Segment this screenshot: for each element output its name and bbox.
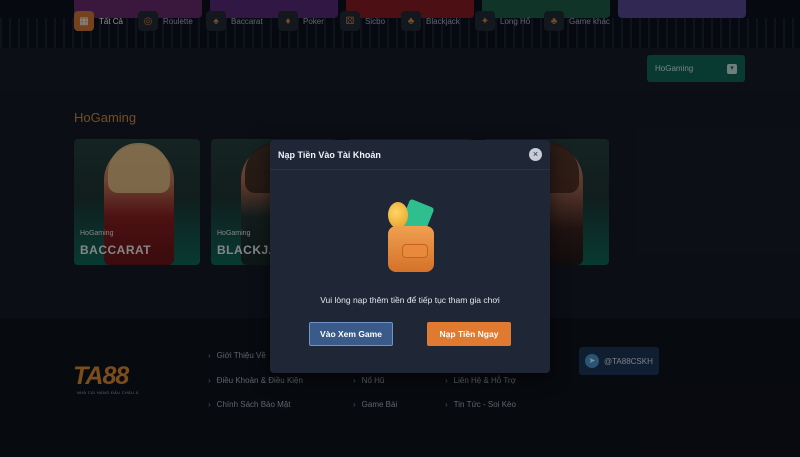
modal-title: Nạp Tiền Vào Tài Khoản bbox=[278, 150, 381, 160]
wallet-coin bbox=[388, 202, 408, 228]
wallet-flap bbox=[402, 244, 428, 258]
close-icon[interactable]: × bbox=[529, 148, 542, 161]
deposit-now-button[interactable]: Nạp Tiền Ngay bbox=[427, 322, 511, 346]
deposit-modal: Nạp Tiền Vào Tài Khoản × Vui lòng nạp th… bbox=[270, 140, 550, 373]
modal-header: Nạp Tiền Vào Tài Khoản × bbox=[270, 140, 550, 170]
modal-message: Vui lòng nạp thêm tiền để tiếp tục tham … bbox=[320, 295, 500, 305]
view-game-button[interactable]: Vào Xem Game bbox=[309, 322, 393, 346]
wallet-icon bbox=[382, 198, 442, 278]
